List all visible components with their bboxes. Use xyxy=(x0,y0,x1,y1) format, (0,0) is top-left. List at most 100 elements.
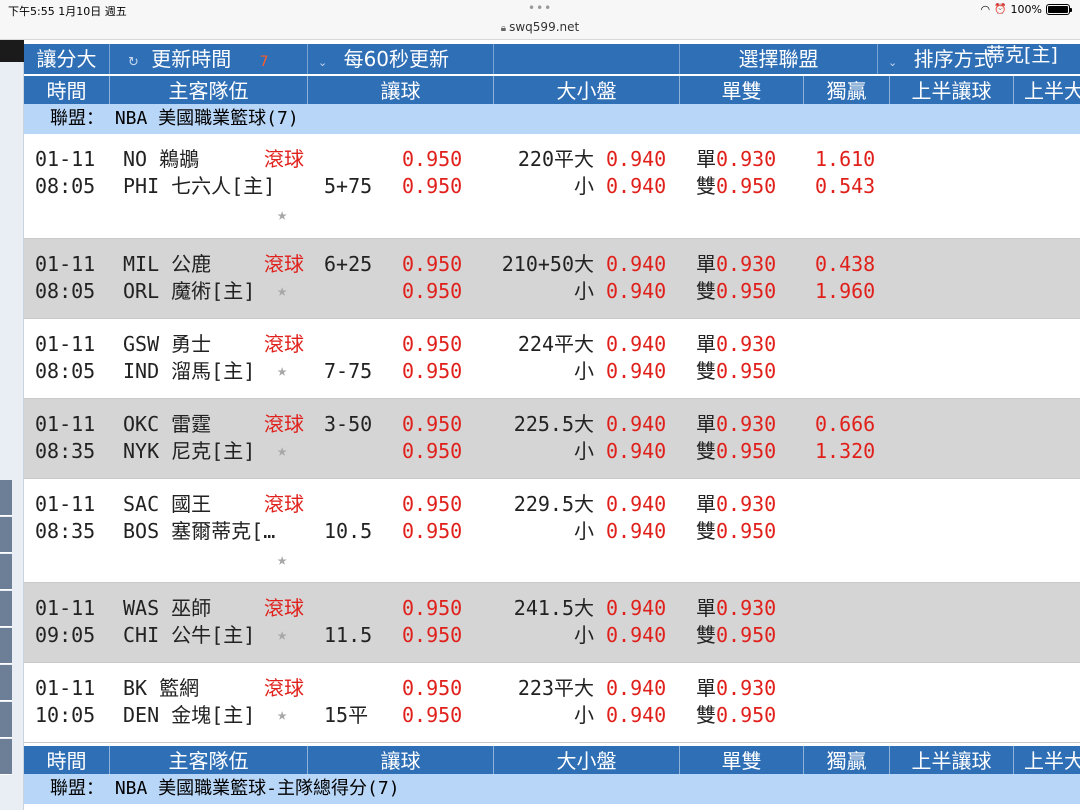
game-row: 01-11 08:05 MIL 公鹿 ORL 魔術[主] 滾球 6+25 0.950 0.95… xyxy=(24,239,1080,319)
status-indicators: ◠ ⏰ 100% xyxy=(980,3,1072,16)
odd-bet[interactable]: 單0.930 xyxy=(696,674,776,702)
over-under-odds[interactable]: 0.940 xyxy=(606,490,666,518)
favorite-star-icon[interactable]: ★ xyxy=(277,204,287,226)
over-under-odds[interactable]: 0.940 xyxy=(606,250,666,278)
live-badge[interactable]: 滾球 xyxy=(264,250,304,278)
handicap-odds[interactable]: 0.950 xyxy=(402,490,462,518)
handicap-odds[interactable]: 0.950 xyxy=(402,437,462,465)
odd-label: 單 xyxy=(696,676,716,700)
even-odds: 0.950 xyxy=(716,439,777,463)
over-under-odds[interactable]: 0.940 xyxy=(606,517,666,545)
over-under-odds[interactable]: 0.940 xyxy=(606,357,666,385)
away-team: NO 鵜鶘 xyxy=(123,147,200,171)
odd-bet[interactable]: 單0.930 xyxy=(696,145,776,173)
over-under-odds[interactable]: 0.940 xyxy=(606,145,666,173)
live-badge[interactable]: 滾球 xyxy=(264,594,304,622)
over-under-odds[interactable]: 0.940 xyxy=(606,410,666,438)
live-badge[interactable]: 滾球 xyxy=(264,330,304,358)
gutter-tab[interactable] xyxy=(0,480,12,516)
handicap-big-button[interactable]: 讓分大 xyxy=(24,44,110,74)
auto-refresh-select[interactable]: ⌄ 每60秒更新 xyxy=(308,44,494,74)
over-under-odds[interactable]: 0.940 xyxy=(606,701,666,729)
handicap-odds[interactable]: 0.950 xyxy=(402,621,462,649)
odd-bet[interactable]: 單0.930 xyxy=(696,490,776,518)
live-badge[interactable]: 滾球 xyxy=(264,490,304,518)
favorite-star-icon[interactable]: ★ xyxy=(277,549,287,571)
favorite-star-icon[interactable]: ★ xyxy=(277,704,287,726)
even-bet[interactable]: 雙0.950 xyxy=(696,172,776,200)
handicap-odds[interactable]: 0.950 xyxy=(402,517,462,545)
handicap-odds[interactable]: 0.950 xyxy=(402,250,462,278)
update-time-button[interactable]: ↻ 更新時間 7 xyxy=(110,44,308,74)
handicap-line: 7-75 xyxy=(324,359,373,383)
handicap-odds[interactable]: 0.950 xyxy=(402,701,462,729)
even-odds: 0.950 xyxy=(716,359,777,383)
handicap-odds[interactable]: 0.950 xyxy=(402,330,462,358)
moneyline-odds[interactable]: 0.438 xyxy=(815,250,875,278)
even-bet[interactable]: 雙0.950 xyxy=(696,437,776,465)
odd-bet[interactable]: 單0.930 xyxy=(696,250,776,278)
over-under-line: 229.5大 xyxy=(513,492,594,516)
handicap-odds[interactable]: 0.950 xyxy=(402,410,462,438)
moneyline-odds[interactable]: 1.610 xyxy=(815,145,875,173)
col-first-half-handicap: 上半讓球 xyxy=(890,746,1014,776)
favorite-star-icon[interactable]: ★ xyxy=(277,440,287,462)
gutter-tab[interactable] xyxy=(0,665,12,701)
game-row: 01-11 09:05 WAS 巫師 CHI 公牛[主] 滾球 11.5 0.950 0.95… xyxy=(24,583,1080,663)
game-row: 01-11 08:35 SAC 國王 BOS 塞爾蒂克[… 滾球 10.5 0.950 0.9… xyxy=(24,479,1080,583)
handicap-odds[interactable]: 0.950 xyxy=(402,145,462,173)
odd-odds: 0.930 xyxy=(716,147,777,171)
gutter-tab[interactable] xyxy=(0,591,12,627)
odd-odds: 0.930 xyxy=(716,332,777,356)
over-under-odds[interactable]: 0.940 xyxy=(606,330,666,358)
odd-bet[interactable]: 單0.930 xyxy=(696,410,776,438)
moneyline-odds[interactable]: 0.543 xyxy=(815,172,875,200)
over-under-odds[interactable]: 0.940 xyxy=(606,172,666,200)
gutter-tab[interactable] xyxy=(0,628,12,664)
select-league-button[interactable]: 選擇聯盟 xyxy=(680,44,878,74)
moneyline-odds[interactable]: 0.666 xyxy=(815,410,875,438)
live-badge[interactable]: 滾球 xyxy=(264,410,304,438)
handicap-odds[interactable]: 0.950 xyxy=(402,357,462,385)
handicap-line: 5+75 xyxy=(324,174,373,198)
moneyline-odds[interactable]: 1.960 xyxy=(815,277,875,305)
live-badge[interactable]: 滾球 xyxy=(264,145,304,173)
odd-bet[interactable]: 單0.930 xyxy=(696,594,776,622)
away-team: SAC 國王 xyxy=(123,492,212,516)
handicap-odds[interactable]: 0.950 xyxy=(402,674,462,702)
over-under-odds[interactable]: 0.940 xyxy=(606,277,666,305)
handicap-odds[interactable]: 0.950 xyxy=(402,172,462,200)
over-under-odds[interactable]: 0.940 xyxy=(606,594,666,622)
moneyline-odds[interactable]: 1.320 xyxy=(815,437,875,465)
over-under-odds[interactable]: 0.940 xyxy=(606,437,666,465)
over-under-odds[interactable]: 0.940 xyxy=(606,674,666,702)
game-time: 08:35 xyxy=(35,439,96,463)
over-under-odds[interactable]: 0.940 xyxy=(606,621,666,649)
handicap-odds[interactable]: 0.950 xyxy=(402,277,462,305)
toolbar: 讓分大 ↻ 更新時間 7 ⌄ 每60秒更新 選擇聯盟 ⌄ 排序方式 蒂克[主] xyxy=(24,44,1080,74)
odd-label: 單 xyxy=(696,332,716,356)
live-badge[interactable]: 滾球 xyxy=(264,674,304,702)
odd-odds: 0.930 xyxy=(716,596,777,620)
gutter-tab[interactable] xyxy=(0,702,12,738)
even-bet[interactable]: 雙0.950 xyxy=(696,701,776,729)
even-bet[interactable]: 雙0.950 xyxy=(696,357,776,385)
gutter-tab[interactable] xyxy=(0,517,12,553)
over-under-line: 小 xyxy=(574,359,594,383)
over-under-line: 小 xyxy=(574,519,594,543)
gutter-tab[interactable] xyxy=(0,554,12,590)
address-bar[interactable]: 🔒︎ swq599.net xyxy=(0,20,1080,34)
even-bet[interactable]: 雙0.950 xyxy=(696,517,776,545)
favorite-star-icon[interactable]: ★ xyxy=(277,280,287,302)
even-bet[interactable]: 雙0.950 xyxy=(696,277,776,305)
overflow-team-text: 蒂克[主] xyxy=(986,44,1058,66)
favorite-star-icon[interactable]: ★ xyxy=(277,624,287,646)
favorite-star-icon[interactable]: ★ xyxy=(277,360,287,382)
handicap-odds[interactable]: 0.950 xyxy=(402,594,462,622)
away-team: BK 籃網 xyxy=(123,676,200,700)
even-bet[interactable]: 雙0.950 xyxy=(696,621,776,649)
gutter-tab[interactable] xyxy=(0,739,12,775)
more-dots-icon[interactable]: ••• xyxy=(528,1,552,15)
odd-bet[interactable]: 單0.930 xyxy=(696,330,776,358)
odd-label: 單 xyxy=(696,412,716,436)
